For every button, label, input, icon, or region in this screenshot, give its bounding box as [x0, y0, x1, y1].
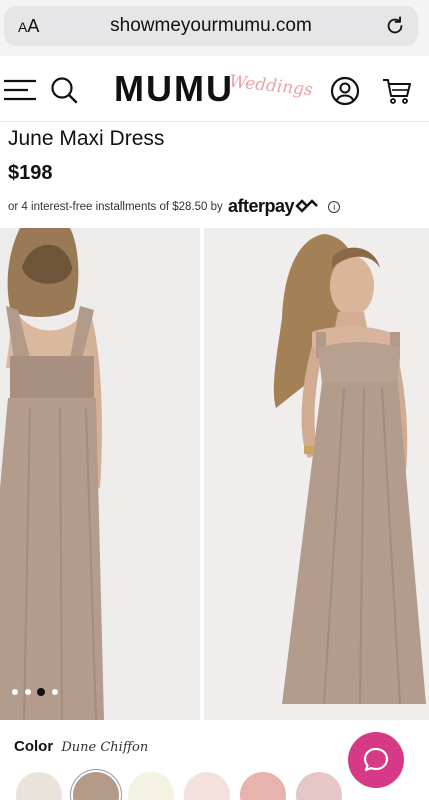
- color-label: Color: [14, 738, 54, 755]
- hamburger-icon[interactable]: [4, 78, 36, 102]
- site-header: MUMU Weddings: [0, 56, 429, 122]
- account-icon[interactable]: [330, 76, 360, 106]
- afterpay-logo[interactable]: afterpay: [228, 196, 321, 216]
- color-swatch-ivory[interactable]: [128, 772, 174, 800]
- product-image-carousel[interactable]: [0, 228, 429, 720]
- installments-text: or 4 interest-free installments of $28.5…: [8, 201, 223, 213]
- carousel-dot[interactable]: [25, 689, 31, 695]
- chat-button[interactable]: [348, 732, 404, 788]
- product-title: June Maxi Dress: [8, 127, 165, 150]
- afterpay-mark-icon: [295, 199, 318, 213]
- carousel-dot[interactable]: [52, 689, 58, 695]
- browser-address-bar: AA showmeyourmumu.com: [0, 0, 429, 56]
- dress-front-illustration: [204, 228, 429, 720]
- reload-icon[interactable]: [384, 15, 406, 37]
- url-text[interactable]: showmeyourmumu.com: [4, 15, 418, 37]
- color-swatch-dune[interactable]: [73, 772, 119, 800]
- chat-icon: [363, 747, 389, 772]
- logo-script: Weddings: [228, 71, 314, 101]
- product-price: $198: [8, 162, 53, 184]
- afterpay-logo-text: afterpay: [227, 196, 295, 216]
- info-icon[interactable]: i: [328, 201, 341, 213]
- cart-icon[interactable]: [382, 76, 412, 106]
- carousel-dot[interactable]: [12, 689, 18, 695]
- color-value: Dune Chiffon: [61, 740, 149, 755]
- product-photo-back[interactable]: [0, 228, 200, 720]
- color-swatch-mauve[interactable]: [296, 772, 342, 800]
- color-swatch-blush[interactable]: [184, 772, 230, 800]
- logo-wordmark: MUMU: [114, 68, 234, 109]
- url-field[interactable]: AA showmeyourmumu.com: [4, 6, 418, 46]
- search-icon[interactable]: [50, 76, 78, 104]
- brand-logo[interactable]: MUMU Weddings: [114, 66, 314, 114]
- color-swatch-rose[interactable]: [240, 772, 286, 800]
- product-photo-front[interactable]: [204, 228, 429, 720]
- carousel-dot-active[interactable]: [37, 688, 45, 696]
- installments-info: or 4 interest-free installments of $28.5…: [8, 196, 341, 217]
- color-selector-heading: Color Dune Chiffon: [14, 738, 148, 755]
- color-swatch-light-beige[interactable]: [16, 772, 62, 800]
- dress-back-illustration: [0, 228, 200, 720]
